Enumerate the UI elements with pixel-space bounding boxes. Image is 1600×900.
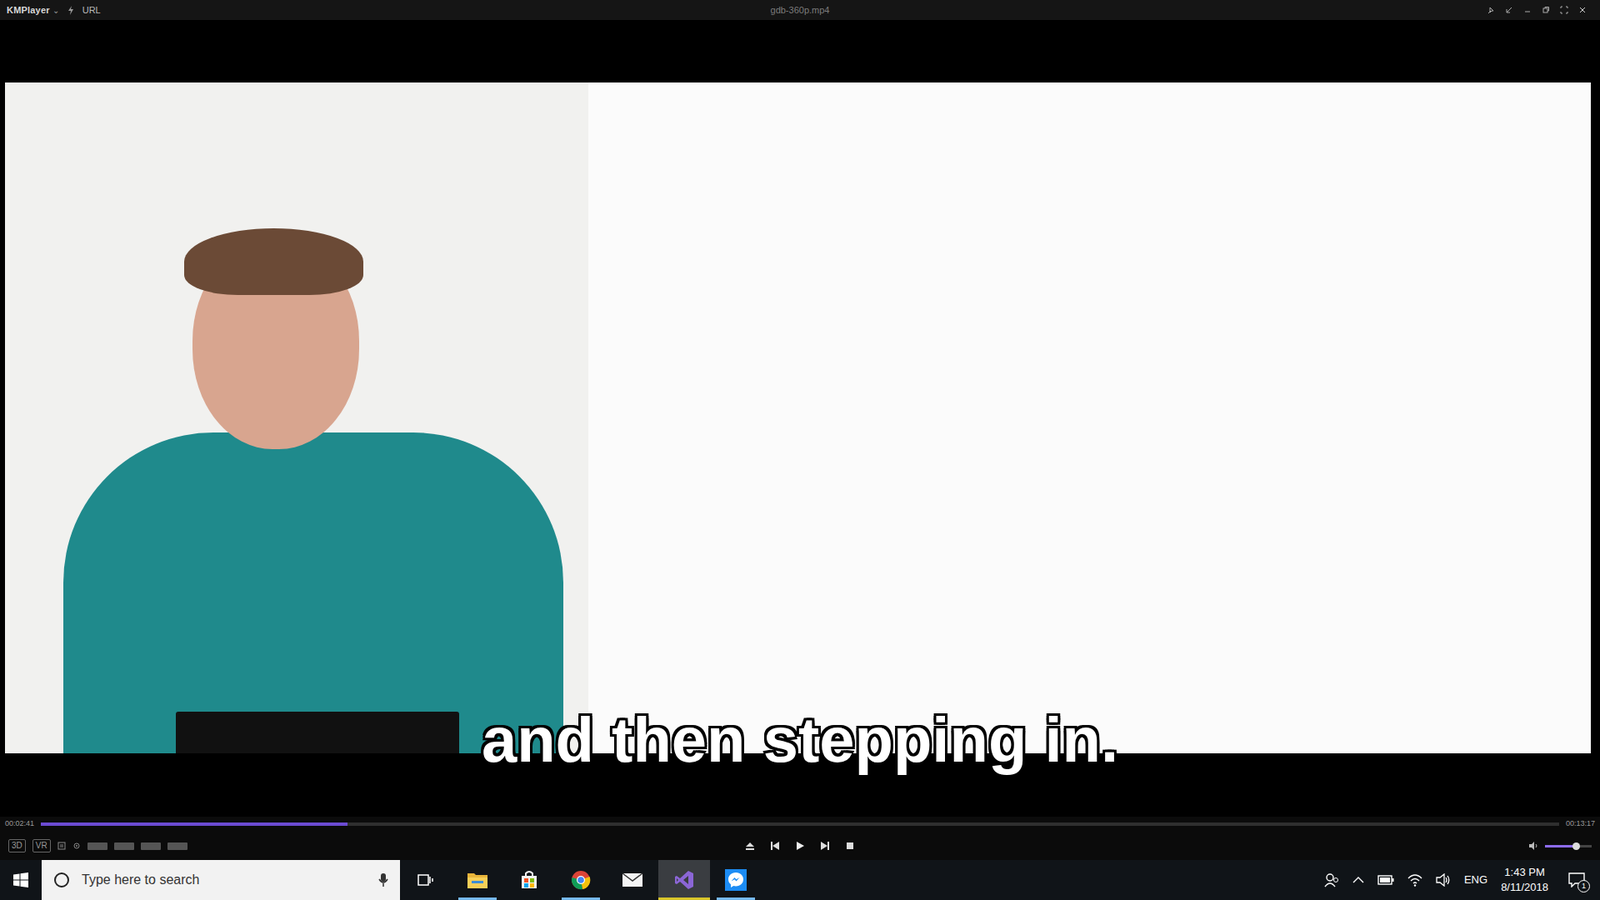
next-icon[interactable]: [820, 840, 830, 851]
minimize-icon[interactable]: [1523, 5, 1532, 15]
messenger-icon[interactable]: [725, 869, 747, 891]
clock-date: 8/11/2018: [1500, 880, 1549, 895]
taskbar-apps: [451, 860, 762, 900]
elapsed-time: 00:02:41: [5, 818, 35, 830]
taskbar-app[interactable]: [555, 860, 607, 900]
app-menu[interactable]: KMPlayer⌄: [6, 3, 60, 18]
title-bar: KMPlayer⌄ URL gdb-360p.mp4: [0, 0, 1600, 20]
taskbar-app[interactable]: [451, 860, 504, 900]
menu-arrow[interactable]: ⌄: [52, 4, 60, 17]
settings-icon[interactable]: [72, 841, 81, 850]
search-box[interactable]: Type here to search: [41, 860, 400, 900]
taskbar-app[interactable]: [503, 860, 555, 900]
control-left: 3D VR: [8, 839, 745, 853]
chevron-up-icon[interactable]: [1352, 875, 1365, 885]
language-indicator[interactable]: ENG: [1464, 871, 1488, 889]
taskbar-app[interactable]: [606, 860, 659, 900]
codec-indicator: [140, 842, 161, 850]
taskbar: Type here to search ENG 1:43 PM8/11/2018 1: [0, 860, 1600, 900]
mode-button[interactable]: VR: [32, 839, 51, 853]
url-button[interactable]: URL: [82, 3, 101, 18]
clock-time: 1:43 PM: [1500, 865, 1549, 880]
seek-row: 00:02:41 00:13:17: [0, 816, 1600, 832]
total-time: 00:13:17: [1565, 818, 1595, 830]
volume-icon[interactable]: [1435, 873, 1451, 887]
notification-count: 1: [1577, 880, 1590, 893]
mode-button[interactable]: 3D: [8, 839, 26, 853]
windows-logo-icon[interactable]: [13, 872, 29, 888]
playlist-icon[interactable]: [57, 841, 66, 850]
cortana-icon: [53, 871, 70, 889]
control-center: [745, 840, 855, 851]
seek-bar[interactable]: [40, 822, 1560, 826]
task-view-icon[interactable]: [417, 872, 435, 888]
codec-indicator: [87, 842, 108, 850]
seek-fill: [40, 822, 348, 826]
task-view-button[interactable]: [400, 860, 452, 900]
speaker-laptop: [175, 711, 460, 754]
volume-slider[interactable]: [1545, 845, 1592, 848]
volume-fill: [1545, 845, 1577, 848]
speaker-icon[interactable]: [1528, 841, 1539, 850]
title-bar-left: KMPlayer⌄ URL: [6, 3, 257, 18]
player-window: KMPlayer⌄ URL gdb-360p.mp4 and then steppin…: [0, 0, 1600, 860]
pin-icon[interactable]: [1486, 5, 1495, 15]
stop-icon[interactable]: [845, 840, 855, 851]
people-icon[interactable]: [1324, 872, 1340, 888]
battery-icon[interactable]: [1377, 875, 1395, 885]
speaker-hair: [184, 228, 364, 295]
volume-knob[interactable]: [1572, 842, 1580, 850]
previous-icon[interactable]: [770, 840, 780, 851]
action-center-button[interactable]: 1: [1561, 867, 1592, 893]
explorer-icon[interactable]: [466, 869, 489, 891]
close-icon[interactable]: [1578, 5, 1587, 15]
store-icon[interactable]: [518, 869, 540, 891]
control-right: [855, 841, 1592, 850]
compact-icon[interactable]: [1505, 5, 1514, 15]
video-frame: [5, 82, 1591, 754]
taskbar-app[interactable]: [658, 860, 710, 900]
visualstudio-icon[interactable]: [673, 869, 695, 891]
system-tray: ENG 1:43 PM8/11/2018 1: [1324, 860, 1600, 900]
window-title: gdb-360p.mp4: [256, 3, 1344, 18]
video-area: and then stepping in.: [0, 20, 1600, 817]
microphone-icon[interactable]: [378, 872, 389, 888]
subtitle: and then stepping in.: [0, 705, 1600, 775]
mail-icon[interactable]: [621, 869, 644, 891]
fullscreen-icon[interactable]: [1560, 5, 1569, 15]
wifi-icon[interactable]: [1407, 873, 1423, 887]
lightning-icon[interactable]: [67, 5, 75, 15]
codec-indicator: [114, 842, 135, 850]
video-left-area: [5, 82, 589, 754]
clock[interactable]: 1:43 PM8/11/2018: [1500, 865, 1549, 895]
start-button[interactable]: [0, 860, 42, 900]
codec-indicator: [167, 842, 188, 850]
taskbar-app[interactable]: [710, 860, 762, 900]
eject-icon[interactable]: [745, 840, 755, 851]
title-bar-right: [1343, 5, 1594, 15]
restore-icon[interactable]: [1541, 5, 1550, 15]
chrome-icon[interactable]: [570, 869, 592, 891]
control-bar: 3D VR: [0, 831, 1600, 860]
search-placeholder[interactable]: Type here to search: [81, 870, 367, 890]
app-logo[interactable]: KMPlayer: [6, 3, 50, 18]
play-icon[interactable]: [795, 840, 805, 851]
